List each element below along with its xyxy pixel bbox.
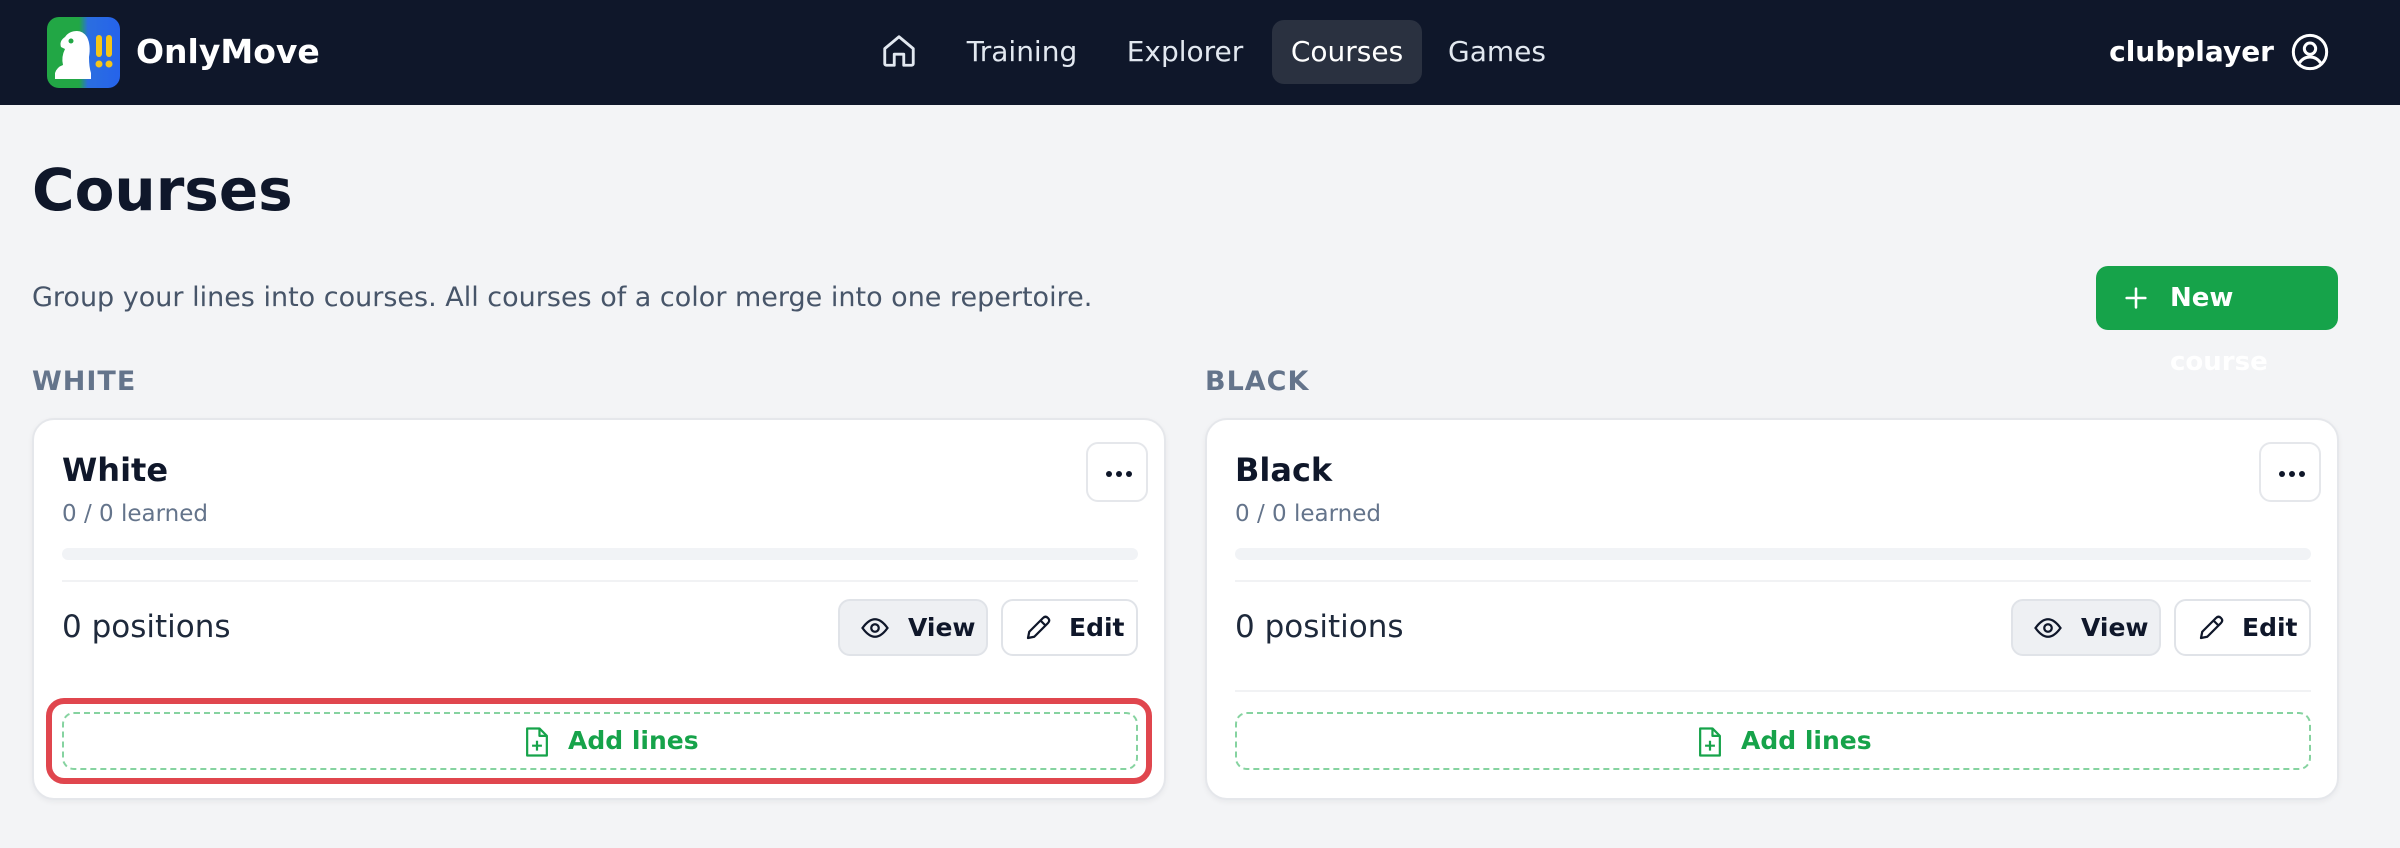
add-lines-label: Add lines <box>568 726 699 755</box>
ellipsis-icon <box>2279 471 2305 477</box>
view-label: View <box>2081 613 2149 642</box>
eye-icon <box>861 618 889 638</box>
more-options-button[interactable] <box>1086 442 1148 502</box>
ellipsis-icon <box>1106 471 1132 477</box>
add-lines-button[interactable]: Add lines <box>1235 712 2311 770</box>
nav-courses[interactable]: Courses <box>1272 20 1422 84</box>
edit-label: Edit <box>2242 613 2298 642</box>
edit-button[interactable]: Edit <box>2174 599 2311 656</box>
new-course-button[interactable]: New course <box>2096 266 2338 377</box>
nav-games[interactable]: Games <box>1440 20 1554 84</box>
add-lines-label: Add lines <box>1741 726 1872 755</box>
learned-progress-bar <box>1235 548 2311 560</box>
learned-progress-bar <box>62 548 1138 560</box>
home-icon[interactable] <box>880 32 918 70</box>
positions-count: 0 positions <box>62 609 231 645</box>
section-label-black: BLACK <box>1205 366 1310 397</box>
divider <box>62 580 1138 582</box>
view-button[interactable]: View <box>2011 599 2161 656</box>
plus-icon <box>2125 287 2147 309</box>
new-course-label: New course <box>2170 283 2268 377</box>
page-title: Courses <box>32 156 293 224</box>
nav-training[interactable]: Training <box>948 20 1096 84</box>
page-subtitle: Group your lines into courses. All cours… <box>32 282 1093 313</box>
user-circle-icon[interactable] <box>2290 32 2330 72</box>
top-nav: OnlyMove Training Explorer Courses Games… <box>0 0 2400 105</box>
learned-count: 0 / 0 learned <box>62 501 208 527</box>
view-button[interactable]: View <box>838 599 988 656</box>
file-plus-icon <box>1699 727 1721 757</box>
edit-button[interactable]: Edit <box>1001 599 1138 656</box>
eye-icon <box>2034 618 2062 638</box>
pencil-icon <box>1026 615 1051 640</box>
course-card-white: White 0 / 0 learned 0 positions View Edi… <box>32 418 1166 800</box>
pencil-icon <box>2199 615 2224 640</box>
onlymove-logo-icon[interactable] <box>47 17 120 88</box>
positions-count: 0 positions <box>1235 609 1404 645</box>
file-plus-icon <box>526 727 548 757</box>
user-name[interactable]: clubplayer <box>2109 28 2274 76</box>
nav-explorer[interactable]: Explorer <box>1112 20 1258 84</box>
view-label: View <box>908 613 976 642</box>
learned-count: 0 / 0 learned <box>1235 501 1381 527</box>
course-title[interactable]: White <box>62 450 168 490</box>
divider <box>1235 580 2311 582</box>
add-lines-button[interactable]: Add lines <box>62 712 1138 770</box>
brand-name[interactable]: OnlyMove <box>136 28 320 76</box>
course-title[interactable]: Black <box>1235 450 1332 490</box>
edit-label: Edit <box>1069 613 1125 642</box>
course-card-black: Black 0 / 0 learned 0 positions View Edi… <box>1205 418 2339 800</box>
divider <box>1235 690 2311 692</box>
more-options-button[interactable] <box>2259 442 2321 502</box>
section-label-white: WHITE <box>32 366 137 397</box>
